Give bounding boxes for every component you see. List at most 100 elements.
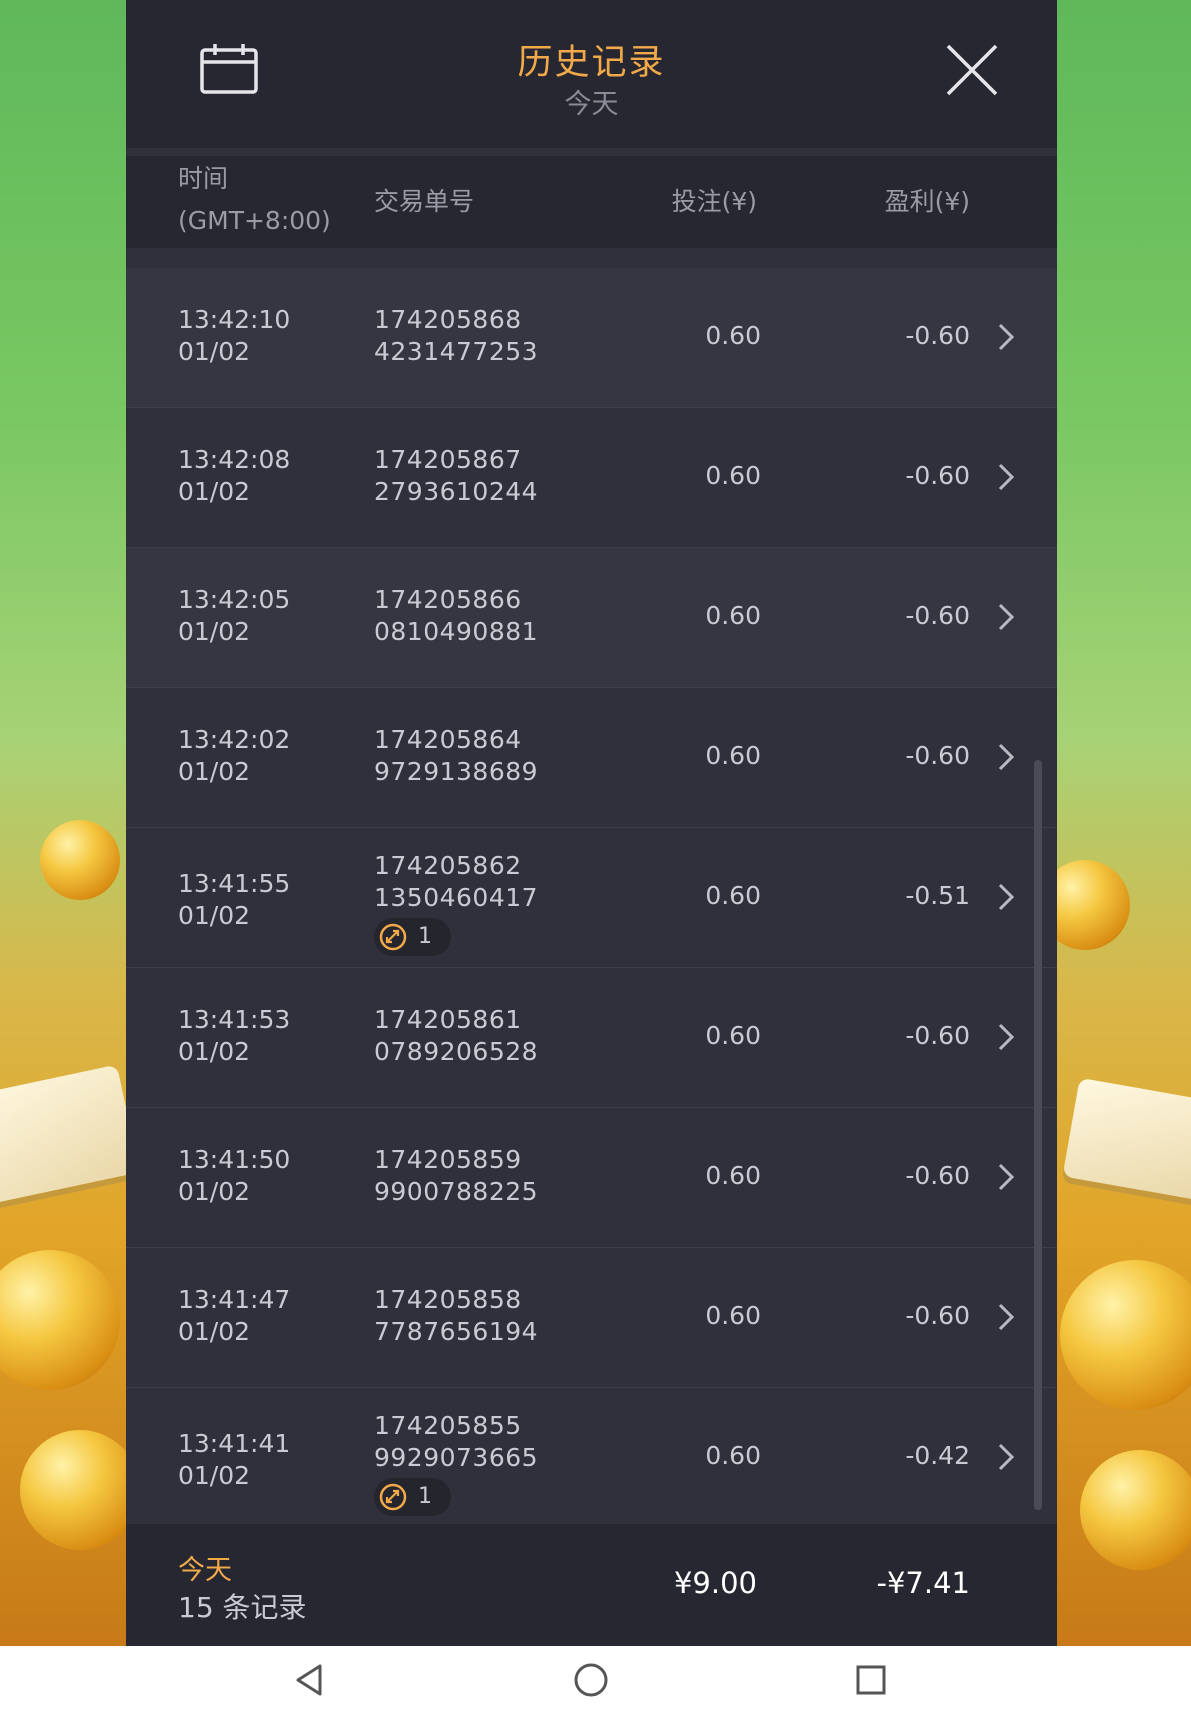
row-time-value: 13:41:41 [178,1429,291,1458]
row-bet: 0.60 [705,1301,761,1330]
chevron-right-icon[interactable] [997,602,1015,632]
row-txid-part1: 174205866 [374,585,522,614]
row-time: 13:42:05 01/02 [178,584,290,648]
summary-total-bet: ¥9.00 [673,1566,757,1600]
row-txid: 174205861 0789206528 [374,1004,538,1068]
row-time-value: 13:42:02 [178,725,291,754]
mahjong-tile-right [1062,1077,1191,1203]
history-row[interactable]: 13:41:53 01/02 174205861 0789206528 0.60 -… [126,968,1057,1108]
row-bet: 0.60 [705,1441,761,1470]
row-txid: 174205862 1350460417 1 [374,850,538,960]
history-row[interactable]: 13:41:47 01/02 174205858 7787656194 0.60 -… [126,1248,1057,1388]
row-time: 13:42:08 01/02 [178,444,290,508]
row-txid-part2: 1350460417 [374,883,539,912]
history-list: 13:42:10 01/02 174205868 4231477253 0.60 -… [126,268,1057,1528]
summary-period: 今天 [178,1555,232,1586]
row-bet: 0.60 [705,1161,761,1190]
row-txid: 174205864 9729138689 [374,724,538,788]
chevron-right-icon[interactable] [997,1442,1015,1472]
row-txid-part2: 9900788225 [374,1177,539,1206]
history-row[interactable]: 13:42:10 01/02 174205868 4231477253 0.60 -… [126,268,1057,408]
row-time: 13:42:10 01/02 [178,304,290,368]
summary-total-profit: -¥7.41 [876,1566,971,1600]
row-profit: -0.60 [905,461,970,490]
gold-coin [20,1430,140,1550]
chevron-right-icon[interactable] [997,1162,1015,1192]
row-time-value: 13:41:47 [178,1285,291,1314]
recent-square-icon[interactable] [851,1660,891,1700]
row-txid-part2: 9929073665 [374,1443,539,1472]
row-txid: 174205867 2793610244 [374,444,538,508]
row-profit: -0.42 [905,1441,970,1470]
row-txid-part2: 9729138689 [374,757,539,786]
row-profit: -0.51 [905,881,970,910]
row-profit: -0.60 [905,1301,970,1330]
back-triangle-icon[interactable] [290,1660,330,1700]
history-panel: 历史记录 今天 时间 (GMT+8:00) 交易单号 投注(¥) 盈利(¥) 1… [126,0,1057,1646]
close-icon[interactable] [944,42,1000,98]
row-txid-part1: 174205859 [374,1145,522,1174]
column-txid: 交易单号 [374,187,475,216]
gold-coin [1060,1260,1191,1410]
row-bet: 0.60 [705,601,761,630]
chevron-right-icon[interactable] [997,742,1015,772]
row-bet: 0.60 [705,1021,761,1050]
feature-badge-count: 1 [418,1484,433,1509]
row-date-value: 01/02 [178,337,251,366]
panel-header: 历史记录 今天 [126,0,1057,148]
row-time-value: 13:41:55 [178,869,291,898]
home-circle-icon[interactable] [571,1660,611,1700]
row-time: 13:41:41 01/02 [178,1428,290,1492]
row-txid-part2: 7787656194 [374,1317,539,1346]
system-nav-bar [0,1646,1191,1715]
row-time-value: 13:42:08 [178,445,291,474]
chevron-right-icon[interactable] [997,462,1015,492]
row-profit: -0.60 [905,321,970,350]
free-spin-icon [379,1483,407,1511]
row-txid-part2: 4231477253 [374,337,539,366]
column-timezone-label: (GMT+8:00) [178,206,331,235]
feature-badge: 1 [374,918,451,956]
row-date-value: 01/02 [178,477,251,506]
history-row[interactable]: 13:41:50 01/02 174205859 9900788225 0.60 -… [126,1108,1057,1248]
row-txid-part1: 174205858 [374,1285,522,1314]
row-txid-part1: 174205861 [374,1005,522,1034]
row-bet: 0.60 [705,321,761,350]
chevron-right-icon[interactable] [997,1022,1015,1052]
row-profit: -0.60 [905,741,970,770]
page-subtitle: 今天 [564,89,619,120]
row-profit: -0.60 [905,1021,970,1050]
feature-badge: 1 [374,1478,451,1516]
row-bet: 0.60 [705,741,761,770]
row-time-value: 13:42:05 [178,585,291,614]
row-date-value: 01/02 [178,617,251,646]
column-time: 时间 (GMT+8:00) [178,158,331,242]
list-scrollbar[interactable] [1034,760,1042,1510]
history-row[interactable]: 13:42:05 01/02 174205866 0810490881 0.60 -… [126,548,1057,688]
row-time: 13:41:50 01/02 [178,1144,290,1208]
column-time-label: 时间 [178,164,229,193]
history-row[interactable]: 13:42:08 01/02 174205867 2793610244 0.60 -… [126,408,1057,548]
row-date-value: 01/02 [178,1461,251,1490]
row-txid-part2: 0810490881 [374,617,539,646]
row-time: 13:41:53 01/02 [178,1004,290,1068]
mahjong-tile-left [0,1064,140,1206]
column-profit: 盈利(¥) [884,187,970,216]
summary-footer: 今天 15 条记录 ¥9.00 -¥7.41 [126,1524,1057,1646]
chevron-right-icon[interactable] [997,322,1015,352]
row-profit: -0.60 [905,601,970,630]
history-row[interactable]: 13:41:41 01/02 174205855 9929073665 1 0.6… [126,1388,1057,1528]
page-title: 历史记录 [517,43,666,83]
history-row[interactable]: 13:41:55 01/02 174205862 1350460417 1 0.6… [126,828,1057,968]
chevron-right-icon[interactable] [997,1302,1015,1332]
row-date-value: 01/02 [178,1177,251,1206]
summary-count: 15 条记录 [178,1591,307,1624]
history-row[interactable]: 13:42:02 01/02 174205864 9729138689 0.60 -… [126,688,1057,828]
free-spin-icon [379,923,407,951]
gold-coin [40,820,120,900]
row-txid: 174205855 9929073665 1 [374,1410,538,1520]
row-time-value: 13:41:50 [178,1145,291,1174]
gold-coin [1080,1450,1191,1570]
chevron-right-icon[interactable] [997,882,1015,912]
row-bet: 0.60 [705,461,761,490]
